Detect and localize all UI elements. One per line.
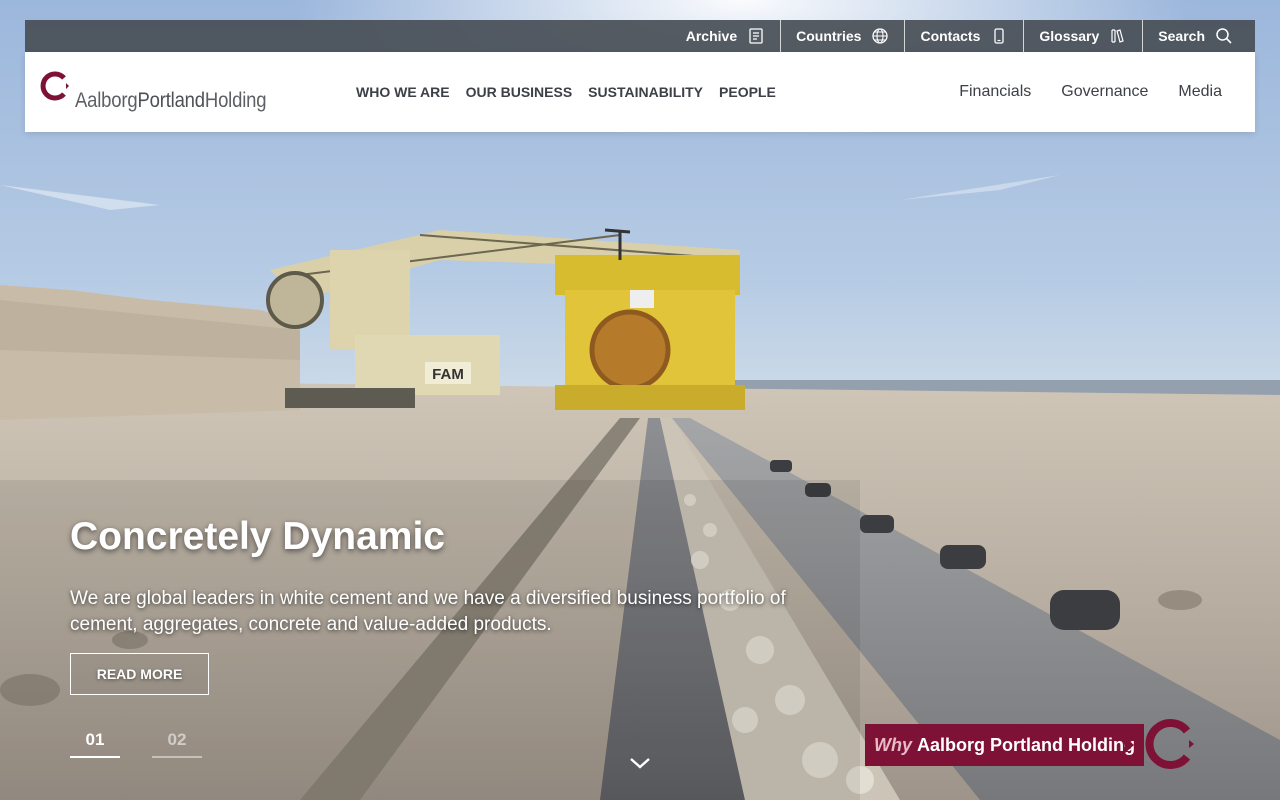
- chevron-down-icon[interactable]: [628, 754, 652, 772]
- nav-financials[interactable]: Financials: [959, 83, 1031, 101]
- why-aalborg-banner[interactable]: Why Aalborg Portland Holding: [865, 724, 1144, 766]
- globe-icon: [871, 27, 889, 45]
- hero-title: Concretely Dynamic: [70, 515, 445, 558]
- contacts-link[interactable]: Contacts: [904, 20, 1023, 52]
- slide-tab-2[interactable]: 02: [152, 730, 202, 758]
- search-label: Search: [1158, 28, 1205, 44]
- search-icon: [1215, 27, 1233, 45]
- crescent-c-logo-icon[interactable]: [1143, 718, 1195, 770]
- utility-bar: Archive Countries Contacts Glossary Sear…: [25, 20, 1255, 52]
- glossary-label: Glossary: [1039, 28, 1100, 44]
- phone-icon: [990, 27, 1008, 45]
- nav-who-we-are[interactable]: WHO WE ARE: [356, 84, 450, 100]
- logo-text-part3: Holding: [204, 89, 267, 112]
- archive-link[interactable]: Archive: [671, 20, 780, 52]
- primary-nav: WHO WE ARE OUR BUSINESS SUSTAINABILITY P…: [356, 52, 792, 132]
- crescent-c-logo-icon: [40, 71, 69, 101]
- why-prefix: Why: [874, 734, 912, 755]
- logo-text-part2: Portland: [137, 89, 205, 112]
- nav-our-business[interactable]: OUR BUSINESS: [466, 84, 573, 100]
- nav-governance[interactable]: Governance: [1061, 83, 1148, 101]
- books-icon: [1109, 27, 1127, 45]
- secondary-nav: Financials Governance Media: [929, 52, 1222, 132]
- archive-label: Archive: [685, 28, 738, 44]
- nav-media[interactable]: Media: [1178, 83, 1222, 101]
- machine-sign: FAM: [432, 366, 464, 383]
- company-logo[interactable]: AalborgPortlandHolding: [39, 71, 292, 115]
- countries-label: Countries: [796, 28, 862, 44]
- why-banner-arrow: [1125, 737, 1134, 753]
- search-link[interactable]: Search: [1142, 20, 1255, 52]
- logo-text-part1: Aalborg: [75, 89, 138, 112]
- hero-description: We are global leaders in white cement an…: [70, 588, 786, 635]
- why-banner-text: Aalborg Portland Holding: [917, 734, 1135, 755]
- archive-icon: [747, 27, 765, 45]
- nav-people[interactable]: PEOPLE: [719, 84, 776, 100]
- logo-text: AalborgPortlandHolding: [75, 89, 267, 115]
- nav-sustainability[interactable]: SUSTAINABILITY: [588, 84, 703, 100]
- glossary-link[interactable]: Glossary: [1023, 20, 1142, 52]
- read-more-button[interactable]: READ MORE: [70, 653, 209, 695]
- main-header: AalborgPortlandHolding WHO WE ARE OUR BU…: [25, 52, 1255, 132]
- slide-tab-1[interactable]: 01: [70, 730, 120, 758]
- contacts-label: Contacts: [920, 28, 981, 44]
- countries-link[interactable]: Countries: [780, 20, 904, 52]
